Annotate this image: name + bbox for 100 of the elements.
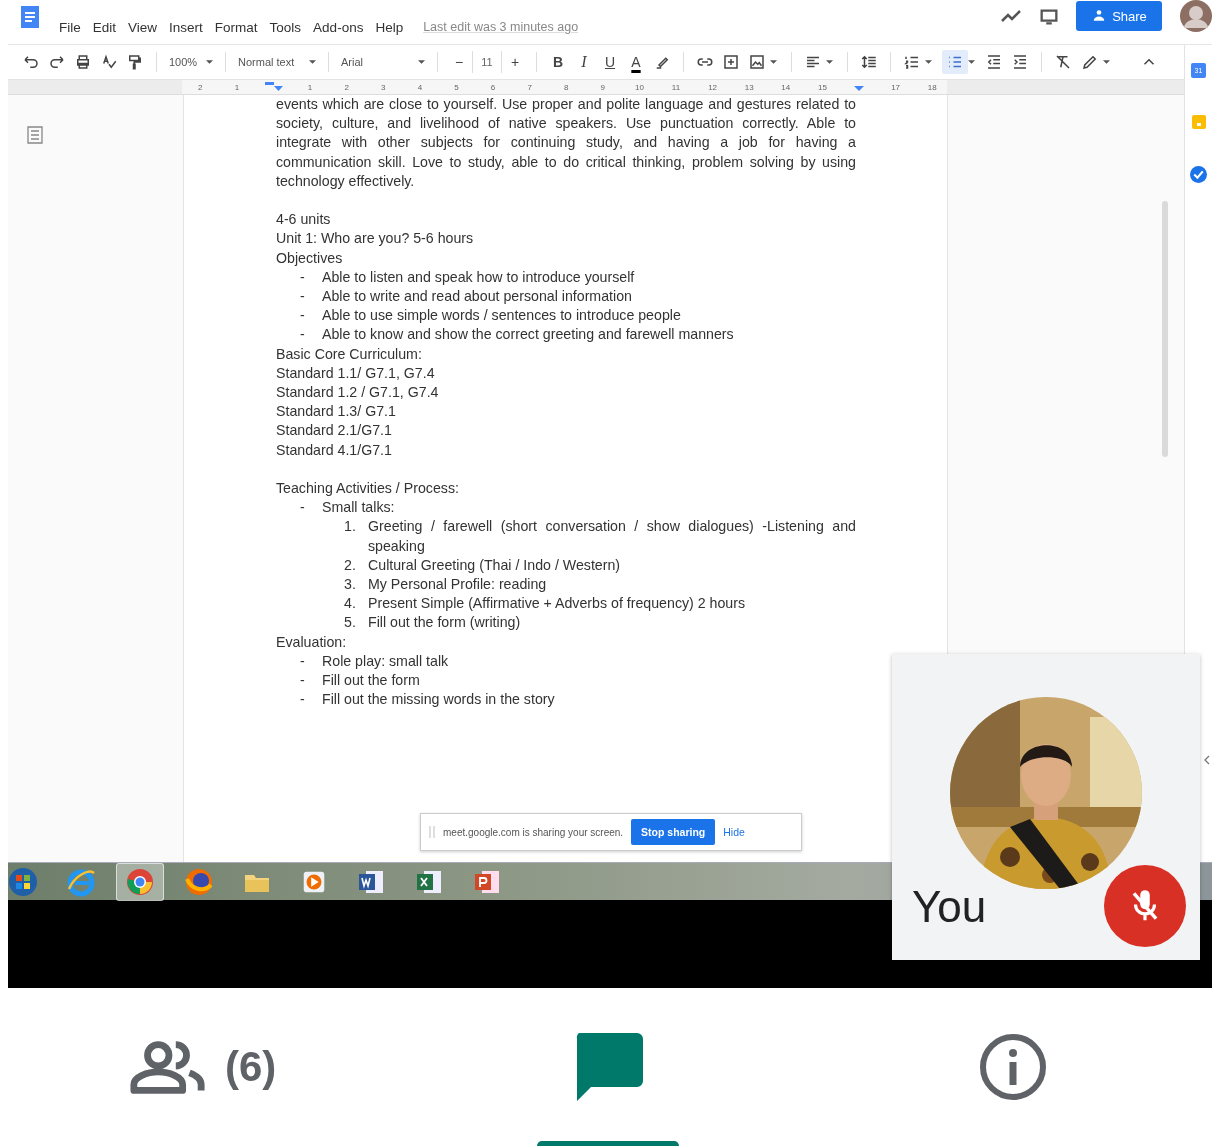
menu-item[interactable]: Tools bbox=[269, 19, 302, 35]
text-color-button[interactable]: A bbox=[623, 50, 649, 74]
ruler-number: 6 bbox=[489, 81, 497, 94]
document-line: Standard 1.2 / G7.1, G7.4 bbox=[276, 383, 440, 403]
spellcheck-icon[interactable] bbox=[100, 53, 118, 71]
font-dropdown[interactable]: Arial bbox=[337, 50, 429, 74]
document-line: Standard 4.1/G7.1 bbox=[276, 440, 393, 460]
list-item-text: Fill out the form bbox=[322, 671, 420, 691]
redo-icon[interactable] bbox=[48, 53, 66, 71]
menu-item[interactable]: View bbox=[128, 19, 158, 35]
ruler-number: 13 bbox=[743, 81, 755, 94]
ruler-number: 9 bbox=[599, 81, 607, 94]
ruler-number: 1 bbox=[306, 81, 314, 94]
menu-item[interactable]: Help bbox=[375, 19, 404, 35]
participant-name: You bbox=[912, 882, 987, 932]
ruler-number: 15 bbox=[816, 81, 828, 94]
taskbar-active-item[interactable] bbox=[116, 862, 164, 901]
number-marker: 4. bbox=[343, 594, 357, 614]
menu-item[interactable]: File bbox=[59, 19, 81, 35]
ruler-number: 2 bbox=[343, 81, 350, 94]
decrease-size-button[interactable]: − bbox=[446, 50, 472, 74]
paragraph: events which are close to yourself. Use proper and polite language and gestures related to society, culture, and livelihood of native speakers. Use punctuation correctly. Able to integrate with other subjects for continuing study, and having a job for having a communication skill. Love to study, able to do critical thinking, problem solving by using technology effectively. bbox=[276, 95, 856, 191]
image-icon[interactable] bbox=[748, 53, 766, 71]
browser-icon[interactable] bbox=[184, 866, 214, 897]
document-line: Objectives bbox=[276, 248, 344, 268]
caret-icon[interactable] bbox=[968, 60, 975, 64]
number-marker: 2. bbox=[343, 555, 357, 575]
underline-button[interactable]: U bbox=[597, 50, 623, 74]
caret-icon bbox=[309, 60, 316, 64]
bullet-marker: - bbox=[299, 287, 306, 306]
number-marker: 1. bbox=[343, 517, 357, 537]
list-item-text: Present Simple (Affirmative + Adverbs of frequency) 2 hours bbox=[368, 594, 747, 614]
bullet-marker: - bbox=[299, 651, 306, 671]
document-line: Teaching Activities / Process: bbox=[276, 479, 460, 499]
tasks-icon[interactable] bbox=[1190, 166, 1207, 183]
bullet-marker: - bbox=[299, 690, 306, 710]
increase-indent-icon[interactable] bbox=[1011, 53, 1029, 71]
document-line: Standard 1.3/ G7.1 bbox=[276, 402, 397, 422]
list-item-text: Able to listen and speak how to introduce yourself bbox=[322, 267, 635, 287]
zoom-dropdown[interactable]: 100% bbox=[165, 50, 217, 74]
list-item-text: Small talks: bbox=[322, 498, 395, 518]
chevron-left-icon[interactable] bbox=[1204, 755, 1210, 765]
ruler-number: 12 bbox=[707, 81, 719, 94]
document-line: Unit 1: Who are you? 5-6 hours bbox=[276, 229, 475, 249]
list-item-text: Cultural Greeting (Thai / Indo / Western) bbox=[368, 555, 622, 575]
paint-format-icon[interactable] bbox=[126, 53, 144, 71]
clear-formatting-icon[interactable] bbox=[1054, 53, 1072, 71]
menu-item[interactable]: Add-ons bbox=[313, 19, 364, 35]
start-orb-icon[interactable] bbox=[8, 866, 38, 897]
number-marker: 5. bbox=[343, 613, 357, 633]
document-line: Basic Core Curriculum: bbox=[276, 344, 423, 364]
document-line: Evaluation: bbox=[276, 632, 348, 652]
caret-icon[interactable] bbox=[826, 60, 833, 64]
line-spacing-icon[interactable] bbox=[860, 53, 878, 71]
document-logo-icon[interactable] bbox=[18, 5, 42, 31]
bullet-marker: - bbox=[299, 671, 306, 691]
list-item-text: Role play: small talk bbox=[322, 651, 449, 671]
pencil-icon[interactable] bbox=[1081, 53, 1099, 71]
decrease-indent-icon[interactable] bbox=[985, 53, 1003, 71]
last-edit-link[interactable]: Last edit was 3 minutes ago bbox=[423, 20, 579, 34]
menu-item[interactable]: Insert bbox=[169, 19, 203, 35]
print-icon[interactable] bbox=[74, 53, 92, 71]
share-button[interactable]: Share bbox=[1076, 1, 1162, 31]
avatar-icon[interactable] bbox=[1180, 0, 1212, 32]
stop-sharing-button[interactable]: Stop sharing bbox=[631, 819, 716, 845]
ruler-number: 2 bbox=[197, 81, 204, 94]
list-item-text: Able to know and show the correct greeting and farewell manners bbox=[322, 325, 734, 345]
bold-button[interactable]: B bbox=[545, 50, 571, 74]
indent-marker-icon[interactable] bbox=[263, 82, 284, 92]
style-dropdown[interactable]: Normal text bbox=[234, 50, 320, 74]
number-marker: 3. bbox=[343, 575, 357, 595]
scrollbar[interactable] bbox=[1162, 201, 1168, 457]
menu-item[interactable]: Edit bbox=[92, 19, 117, 35]
list-item-text: Able to write and read about personal information bbox=[322, 287, 632, 306]
add-comment-icon[interactable] bbox=[722, 53, 740, 71]
italic-button[interactable]: I bbox=[571, 50, 597, 74]
people-tab[interactable]: (6) bbox=[129, 988, 277, 1146]
menu-item[interactable]: Format bbox=[214, 19, 258, 35]
document-line: Standard 2.1/G7.1 bbox=[276, 421, 393, 441]
bullet-marker: - bbox=[299, 267, 306, 287]
ruler-number: 5 bbox=[453, 81, 460, 94]
ruler-number: 11 bbox=[670, 81, 682, 94]
caret-icon[interactable] bbox=[925, 60, 932, 64]
bullet-marker: - bbox=[299, 306, 306, 326]
drag-handle-icon[interactable] bbox=[429, 826, 435, 838]
font-size-field[interactable]: 11 bbox=[472, 51, 502, 73]
list-item-text: Fill out the missing words in the story bbox=[322, 690, 555, 710]
increase-size-button[interactable]: + bbox=[502, 50, 528, 74]
bulleted-list-button[interactable] bbox=[942, 50, 968, 74]
document-line: 4-6 units bbox=[276, 210, 332, 230]
ruler-number: 1 bbox=[233, 81, 241, 94]
caret-icon[interactable] bbox=[770, 60, 777, 64]
ruler-number: 14 bbox=[780, 81, 792, 94]
bullet-marker: - bbox=[299, 498, 306, 518]
ruler-number: 4 bbox=[416, 81, 424, 94]
caret-icon[interactable] bbox=[1103, 60, 1110, 64]
ruler-number: 17 bbox=[890, 81, 902, 94]
hide-link[interactable]: Hide bbox=[723, 826, 745, 838]
present-icon[interactable] bbox=[1038, 6, 1060, 28]
undo-icon[interactable] bbox=[22, 53, 40, 71]
